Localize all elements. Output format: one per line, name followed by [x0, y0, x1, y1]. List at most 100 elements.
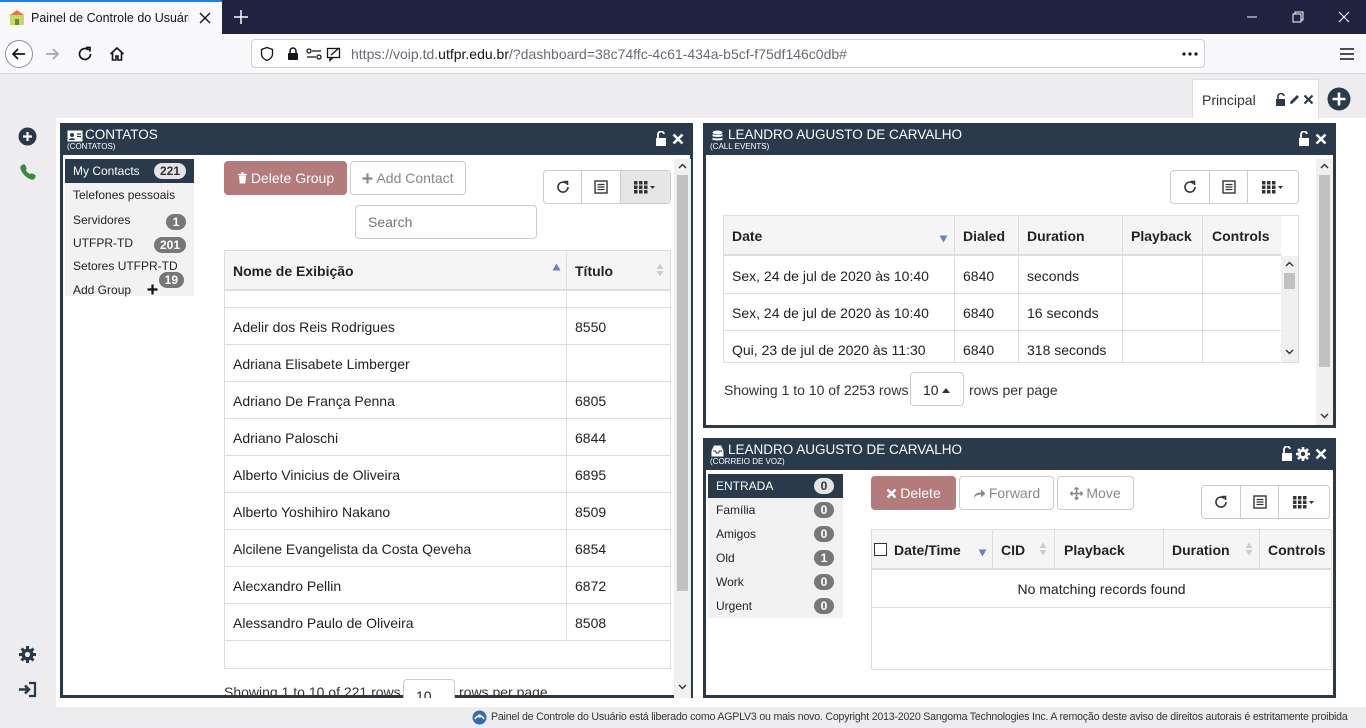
toggle-view-button[interactable]: [1210, 171, 1249, 203]
folder-old[interactable]: Old 1: [708, 546, 843, 570]
table-row[interactable]: Adriano Paloschi 6844: [225, 419, 670, 456]
panel-close-icon[interactable]: [1315, 133, 1327, 145]
column-header-duration[interactable]: Duration: [1172, 542, 1230, 558]
window-close-icon[interactable]: [1336, 9, 1352, 25]
column-header-datetime[interactable]: Date/Time: [894, 542, 961, 558]
column-header-dialed[interactable]: Dialed: [963, 228, 1005, 244]
forward-button[interactable]: [38, 40, 66, 68]
table-row[interactable]: Adelir dos Reis Rodrigues 8550: [225, 308, 670, 345]
call-events-page-size-dropdown[interactable]: 10: [910, 372, 964, 406]
edit-pencil-icon[interactable]: [1288, 93, 1301, 106]
folder-família[interactable]: Família 0: [708, 498, 843, 522]
settings-gear-icon[interactable]: [18, 645, 37, 664]
column-header-cid[interactable]: CID: [1001, 542, 1025, 558]
group-telefones-pessoais[interactable]: Telefones pessoais: [65, 183, 194, 207]
add-contact-button[interactable]: Add Contact: [350, 161, 466, 195]
lock-icon[interactable]: [285, 46, 301, 62]
panel-settings-gear-icon[interactable]: [1295, 446, 1311, 462]
plus-icon[interactable]: [147, 284, 158, 295]
group-servidores-utfpr-td[interactable]: Servidores UTFPR-TD 1 201: [65, 207, 194, 254]
table-row[interactable]: Alberto Vinicius de Oliveira 6895: [225, 456, 670, 493]
folder-work[interactable]: Work 0: [708, 570, 843, 594]
table-row[interactable]: Alecxandro Pellin 6872: [225, 567, 670, 604]
table-row[interactable]: Sex, 24 de jul de 2020 às 10:40 6840 secon…: [724, 257, 1281, 294]
logout-icon[interactable]: [18, 681, 38, 698]
sort-desc-icon[interactable]: [939, 235, 948, 243]
hamburger-menu-icon[interactable]: [1338, 45, 1356, 63]
back-button[interactable]: [5, 40, 33, 68]
home-button[interactable]: [103, 40, 131, 68]
scrollbar-thumb[interactable]: [677, 175, 688, 591]
column-header-date[interactable]: Date: [732, 228, 762, 244]
group-my-contacts[interactable]: My Contacts 221: [65, 159, 194, 183]
toggle-view-button[interactable]: [582, 171, 621, 203]
column-header-playback[interactable]: Playback: [1064, 542, 1125, 558]
panel-close-icon[interactable]: [1315, 448, 1327, 460]
contacts-scrollbar[interactable]: [674, 159, 691, 698]
table-row[interactable]: Adriano De França Penna 6805: [225, 382, 670, 419]
call-events-table-scrollbar[interactable]: [1281, 256, 1298, 362]
column-header-playback[interactable]: Playback: [1131, 228, 1192, 244]
url-bar[interactable]: https://voip.td.utfpr.edu.br/?dashboard=…: [251, 39, 1205, 68]
table-row[interactable]: Qui, 23 de jul de 2020 às 11:30 6840 318 s…: [724, 331, 1281, 362]
table-row[interactable]: Alcilene Evangelista da Costa Qeveha 6854: [225, 530, 670, 567]
unlock-icon[interactable]: [1275, 93, 1287, 106]
sort-both-icon[interactable]: [1245, 542, 1253, 556]
call-events-panel-scrollbar[interactable]: [1316, 159, 1333, 425]
folder-entrada[interactable]: ENTRADA 0: [708, 474, 843, 498]
table-row[interactable]: Sex, 24 de jul de 2020 às 10:40 6840 16 se…: [724, 294, 1281, 331]
column-header-titulo[interactable]: Título: [575, 263, 613, 279]
folder-urgent[interactable]: Urgent 0: [708, 594, 843, 618]
column-header-controls[interactable]: Controls: [1268, 542, 1326, 558]
column-header-duration[interactable]: Duration: [1027, 228, 1085, 244]
add-circle-icon[interactable]: [18, 127, 37, 146]
tab-close-icon[interactable]: [196, 9, 214, 27]
select-all-checkbox[interactable]: [874, 543, 887, 556]
table-row[interactable]: Alessandro Paulo de Oliveira 8508: [225, 604, 670, 641]
browser-tab[interactable]: Painel de Controle do Usuário -: [0, 0, 222, 34]
shield-icon[interactable]: [259, 46, 275, 62]
refresh-button[interactable]: [544, 171, 583, 203]
toggle-view-button[interactable]: [1241, 486, 1280, 518]
table-row[interactable]: Alberto Yoshihiro Nakano 8509: [225, 493, 670, 530]
new-tab-icon[interactable]: [231, 7, 251, 27]
panel-unlock-icon[interactable]: [1281, 446, 1293, 461]
tab-principal[interactable]: Principal: [1192, 79, 1319, 118]
contacts-search-input[interactable]: [355, 205, 537, 239]
url-text[interactable]: https://voip.td.utfpr.edu.br/?dashboard=…: [351, 46, 847, 62]
sort-desc-icon[interactable]: [978, 549, 987, 557]
minimize-icon[interactable]: [1244, 9, 1260, 25]
folder-amigos[interactable]: Amigos 0: [708, 522, 843, 546]
permissions-icon[interactable]: [305, 46, 323, 62]
column-header-controls[interactable]: Controls: [1212, 228, 1270, 244]
columns-dropdown-button[interactable]: [620, 171, 670, 203]
voicemail-move-button[interactable]: Move: [1057, 476, 1134, 510]
table-row[interactable]: Adriana Elisabete Limberger: [225, 345, 670, 382]
page-actions-icon[interactable]: [1181, 46, 1199, 62]
sort-both-icon[interactable]: [1039, 542, 1047, 556]
voicemail-delete-button[interactable]: Delete: [871, 476, 956, 510]
sort-asc-icon[interactable]: [552, 263, 561, 271]
panel-unlock-icon[interactable]: [655, 131, 667, 146]
restore-icon[interactable]: [1290, 9, 1306, 25]
columns-dropdown-button[interactable]: [1248, 171, 1298, 203]
tab-close-x-icon[interactable]: [1303, 94, 1314, 105]
column-header-nome[interactable]: Nome de Exibição: [233, 263, 354, 279]
voicemail-forward-button[interactable]: Forward: [959, 476, 1054, 510]
panel-close-icon[interactable]: [672, 133, 684, 145]
group-count-badge: 201: [153, 237, 186, 253]
notification-icon[interactable]: [326, 46, 342, 62]
contacts-page-size-dropdown[interactable]: 10: [403, 679, 455, 698]
scrollbar-thumb[interactable]: [1284, 273, 1295, 289]
refresh-button[interactable]: [1171, 171, 1210, 203]
scrollbar-thumb[interactable]: [1319, 175, 1330, 367]
panel-unlock-icon[interactable]: [1298, 131, 1310, 146]
phone-icon[interactable]: [19, 163, 37, 181]
reload-button[interactable]: [71, 40, 99, 68]
add-dashboard-icon[interactable]: [1327, 87, 1351, 111]
delete-group-button[interactable]: Delete Group: [224, 161, 347, 195]
refresh-button[interactable]: [1202, 486, 1241, 518]
add-group-item[interactable]: Add Group 19: [65, 272, 194, 302]
columns-dropdown-button[interactable]: [1279, 486, 1329, 518]
sort-both-icon[interactable]: [656, 263, 664, 277]
